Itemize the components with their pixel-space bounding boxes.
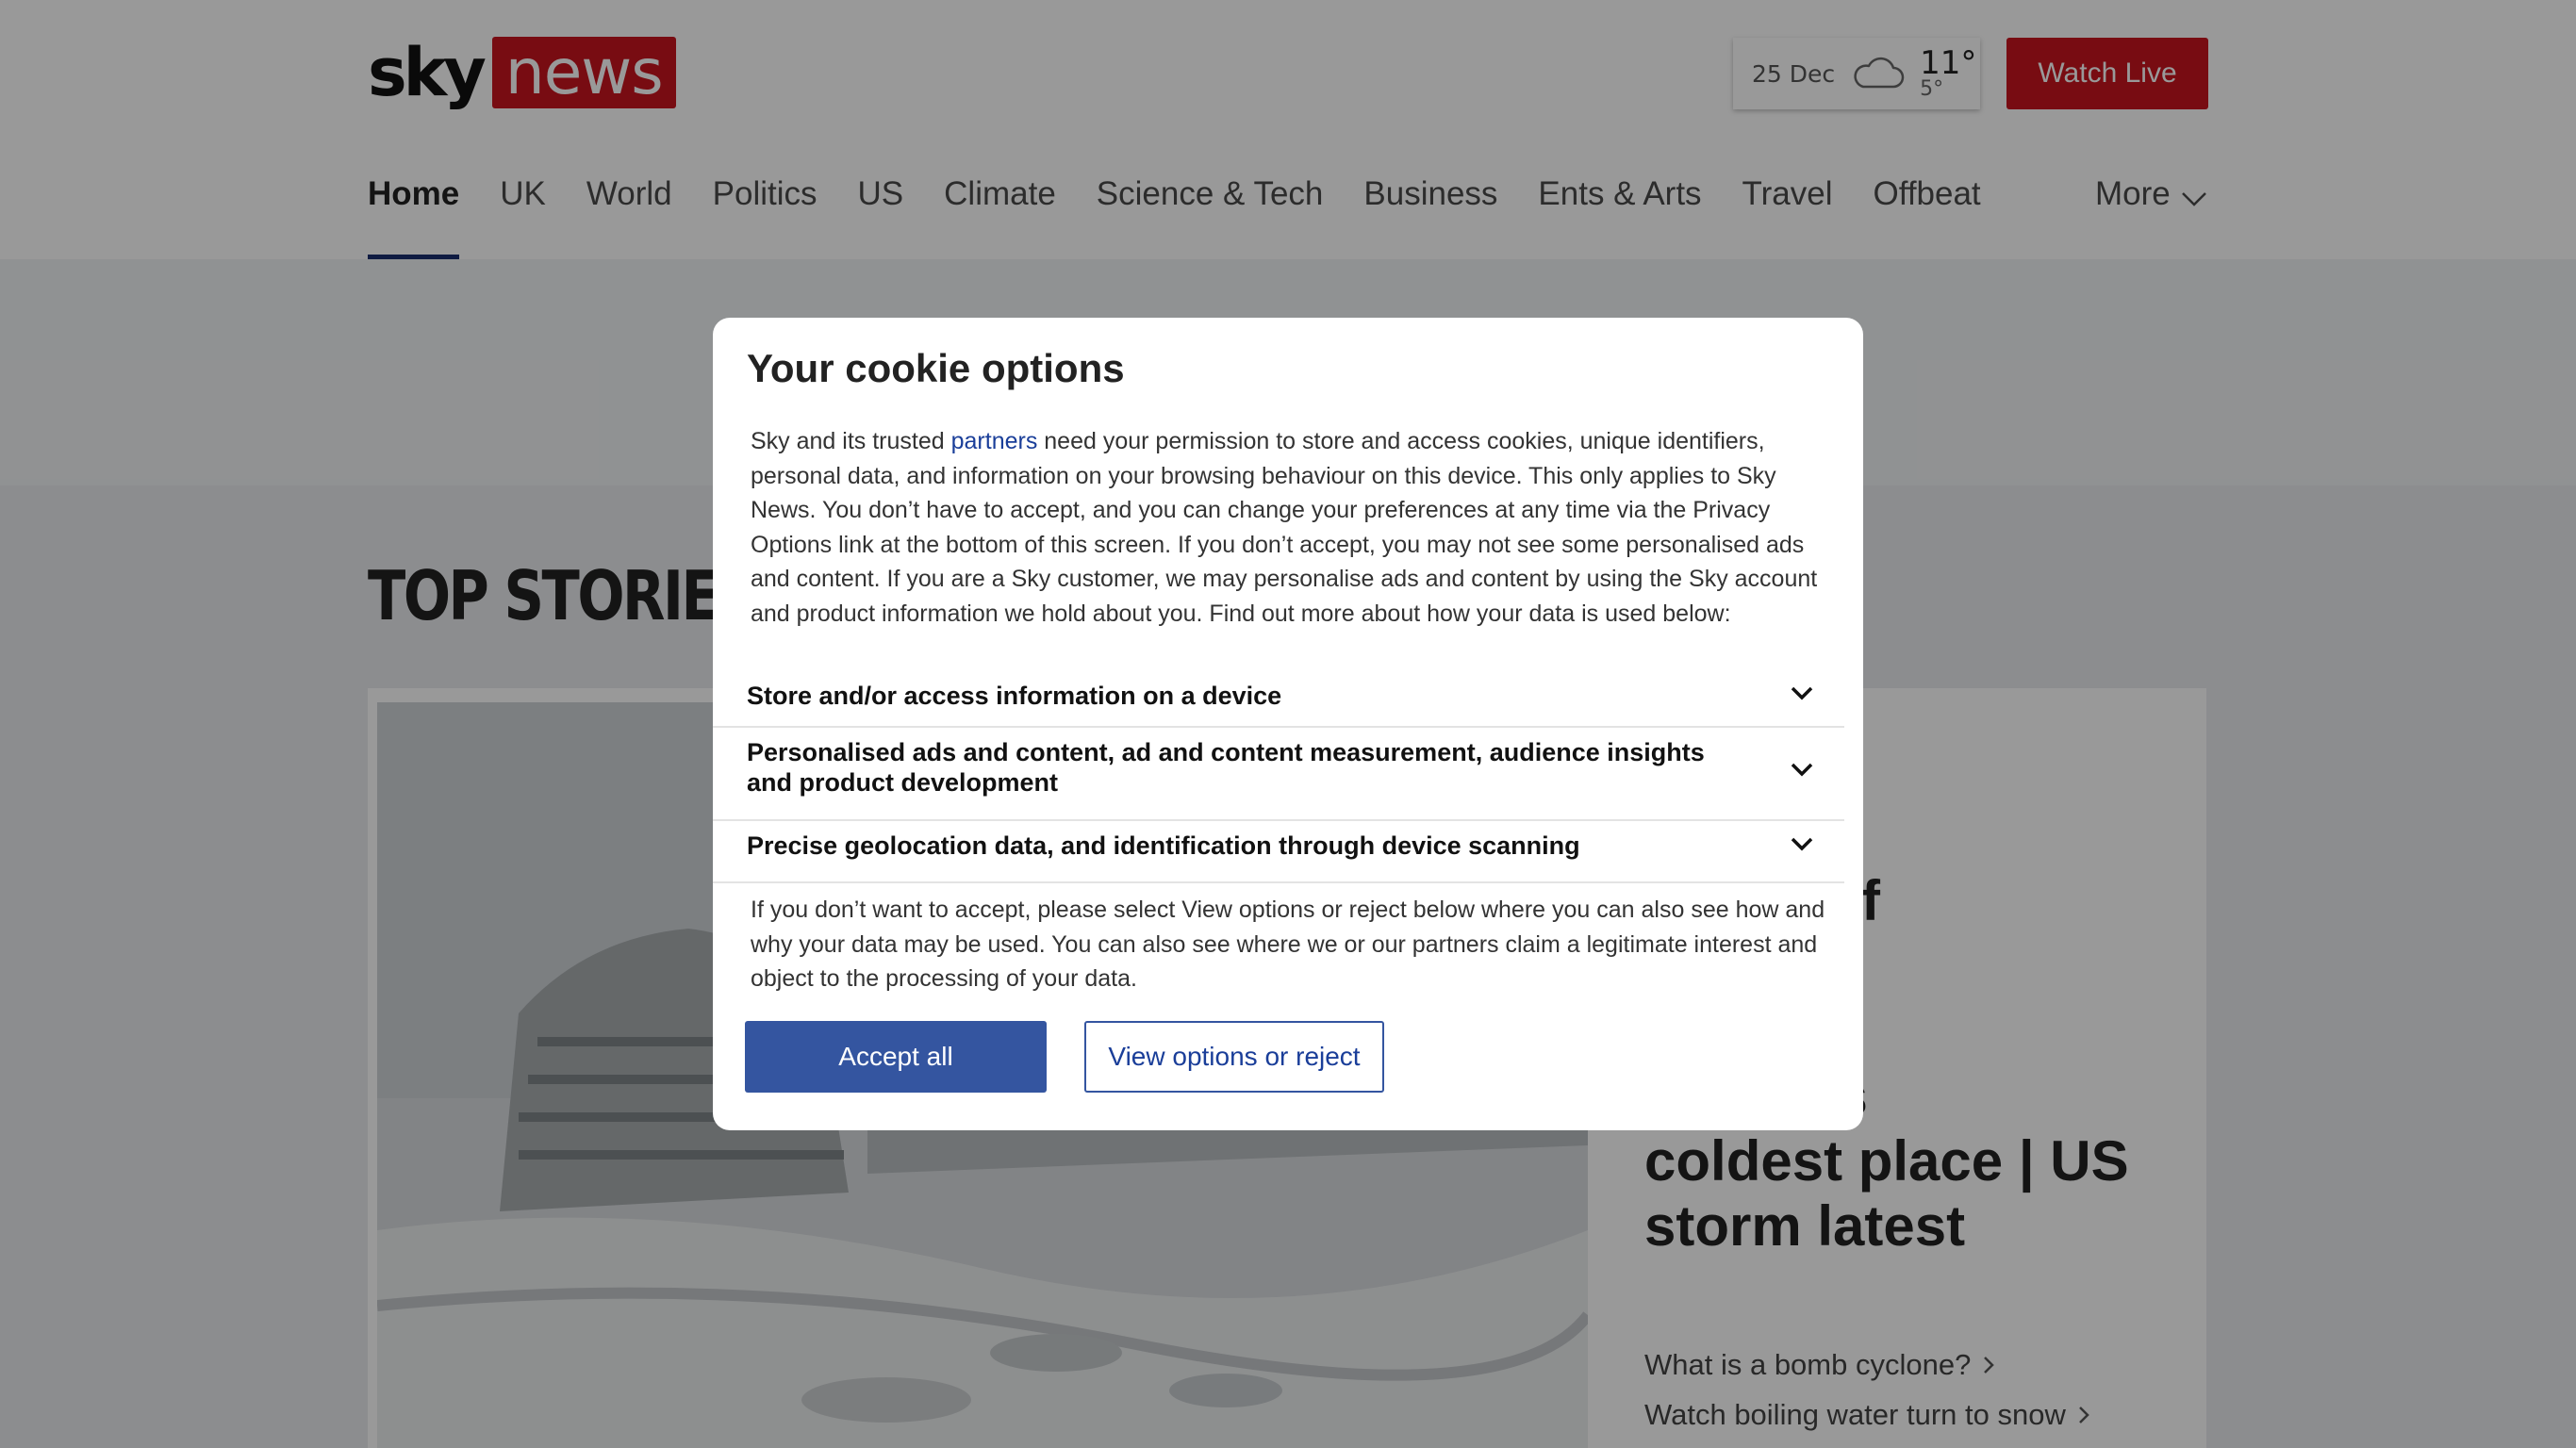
chevron-down-icon (1791, 763, 1813, 777)
purpose-label: Personalised ads and content, ad and con… (747, 738, 1705, 797)
purpose-label: Store and/or access information on a dev… (747, 682, 1282, 710)
chevron-down-icon (1791, 686, 1813, 700)
cookie-consent-dialog: Your cookie options Sky and its trusted … (713, 318, 1863, 1130)
view-options-button[interactable]: View options or reject (1084, 1021, 1384, 1093)
purpose-accordion-personalised-ads[interactable]: Personalised ads and content, ad and con… (713, 728, 1844, 821)
cookie-footer-text: If you don’t want to accept, please sele… (751, 897, 1825, 992)
cookie-intro-text: Sky and its trusted partners need your p… (751, 424, 1835, 631)
page: sky news 25 Dec 11° 5° Watch Live Home U… (0, 0, 2576, 1448)
cookie-dialog-title: Your cookie options (747, 346, 1125, 390)
partners-link[interactable]: partners (951, 428, 1038, 454)
purpose-label: Precise geolocation data, and identifica… (747, 831, 1580, 860)
intro-text-start: Sky and its trusted (751, 428, 951, 454)
chevron-down-icon (1791, 837, 1813, 851)
intro-text-rest: need your permission to store and access… (751, 428, 1818, 627)
purpose-accordion-geolocation[interactable]: Precise geolocation data, and identifica… (713, 821, 1844, 883)
purpose-accordion-storage[interactable]: Store and/or access information on a dev… (713, 671, 1844, 728)
accept-all-button[interactable]: Accept all (745, 1021, 1047, 1093)
